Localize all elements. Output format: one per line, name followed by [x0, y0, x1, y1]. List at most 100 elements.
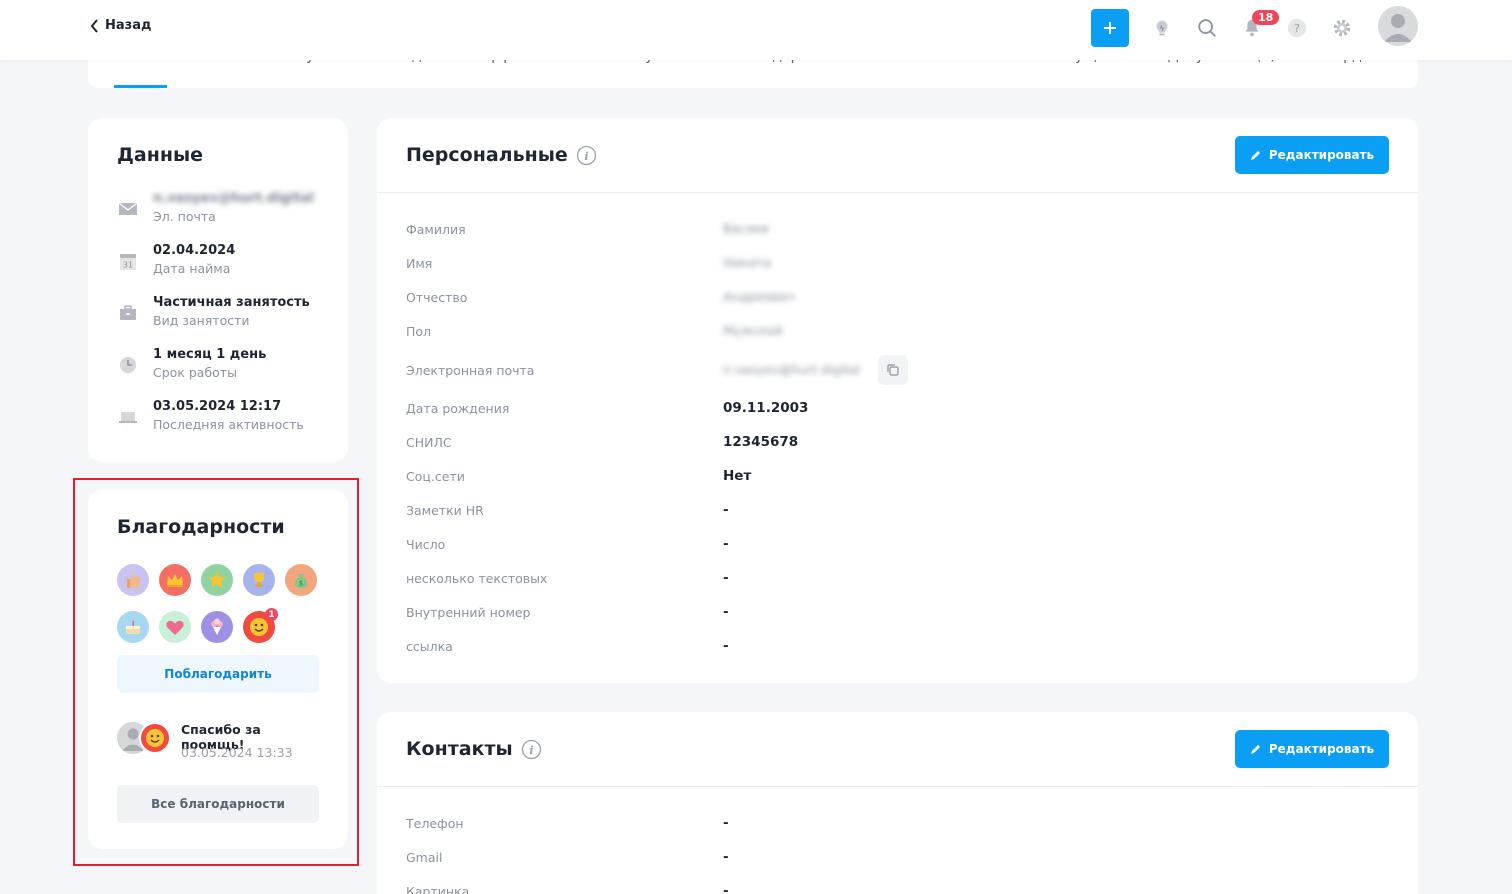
svg-text:?: ?: [1294, 22, 1300, 35]
field-label: несколько текстовых: [406, 571, 548, 586]
thanks-emoji-star[interactable]: [201, 564, 233, 596]
chevron-left-icon: [90, 18, 98, 33]
field-value: -: [723, 570, 729, 586]
field-label: ссылка: [406, 639, 453, 654]
info-row-employment: Частичная занятость Вид занятости: [117, 294, 310, 330]
field-value: 09.11.2003: [723, 400, 809, 416]
field-value: Мужской: [723, 323, 783, 338]
thanks-list-item[interactable]: Спасибо за поомщь! 03.05.2024 13:33: [117, 720, 327, 764]
tenure-label: Срок работы: [153, 365, 237, 380]
thanks-emoji-crown[interactable]: [159, 564, 191, 596]
field-value: -: [723, 883, 729, 894]
contacts-field-row: Gmail -: [406, 849, 1386, 870]
thanks-emoji-cake[interactable]: [117, 611, 149, 643]
field-label: Картинка: [406, 884, 470, 894]
all-thanks-button[interactable]: Все благодарности: [117, 785, 319, 823]
info-row-email: n.vasyev@hurt.digital Эл. почта: [117, 190, 314, 226]
personal-field-row: Заметки HR -: [406, 502, 1386, 523]
field-label: Число: [406, 537, 446, 552]
lightbulb-icon: [1156, 20, 1168, 36]
contacts-divider: [377, 786, 1418, 787]
personal-header: Персональные i: [406, 144, 597, 166]
pencil-icon: [1250, 150, 1260, 160]
field-label: Электронная почта: [406, 363, 535, 378]
money-bag-icon: $: [294, 574, 308, 588]
thanks-emoji-heart[interactable]: [159, 611, 191, 643]
thanks-date: 03.05.2024 13:33: [181, 745, 293, 760]
contacts-header: Контакты i: [406, 738, 542, 760]
personal-field-row: Внутренний номер -: [406, 604, 1386, 625]
thanks-emoji-trophy[interactable]: [243, 564, 275, 596]
edit-contacts-button[interactable]: Редактировать: [1235, 730, 1389, 768]
field-label: Отчество: [406, 290, 468, 305]
email-value: n.vasyev@hurt.digital: [153, 191, 314, 206]
search-button[interactable]: [1195, 16, 1219, 40]
thanks-emoji-smiley[interactable]: 1: [243, 608, 278, 643]
back-label: Назад: [105, 18, 152, 33]
add-button[interactable]: [1091, 9, 1129, 47]
field-value: -: [723, 604, 729, 620]
contacts-field-row: Картинка -: [406, 883, 1386, 894]
thanks-emoji-thumbs-up[interactable]: [117, 564, 149, 596]
crown-icon: [167, 574, 183, 587]
field-value: n.vasyev@hurt.digital: [723, 362, 861, 377]
thanks-emoji-bouquet[interactable]: [201, 611, 233, 643]
personal-field-row: Дата рождения 09.11.2003: [406, 400, 1386, 421]
contacts-card: Контакты i Редактировать Телефон - Gmail - К…: [377, 712, 1418, 894]
settings-button[interactable]: [1330, 16, 1354, 40]
edit-personal-label: Редактировать: [1268, 148, 1375, 162]
smiley-icon: [146, 729, 164, 747]
thumbs-up-icon: [127, 573, 141, 588]
field-label: Соц.сети: [406, 469, 465, 484]
field-value: Нет: [723, 468, 752, 484]
personal-field-row: несколько текстовых -: [406, 570, 1386, 591]
active-tab-indicator: [114, 85, 167, 88]
personal-field-row: Отчество Андреевич: [406, 289, 1386, 310]
employment-label: Вид занятости: [153, 313, 250, 328]
user-avatar-icon: [1378, 6, 1418, 46]
thanks-type-avatar: [139, 722, 171, 754]
pencil-icon: [1250, 744, 1260, 754]
personal-divider: [377, 192, 1418, 193]
briefcase-icon: [120, 305, 136, 320]
info-row-tenure: 1 месяц 1 день Срок работы: [117, 346, 266, 382]
field-value: -: [723, 536, 729, 552]
field-value: -: [723, 849, 729, 865]
search-icon: [1198, 19, 1216, 37]
personal-field-row: Фамилия Васяев: [406, 221, 1386, 242]
email-label: Эл. почта: [153, 209, 216, 224]
personal-field-row: ссылка -: [406, 638, 1386, 659]
thanks-card-title: Благодарности: [117, 516, 285, 538]
copy-email-button[interactable]: [878, 355, 908, 385]
trophy-icon: [254, 573, 264, 587]
field-value: 12345678: [723, 434, 799, 450]
copy-icon: [887, 364, 899, 376]
hire-date-value: 02.04.2024: [153, 243, 236, 258]
last-activity-label: Последняя активность: [153, 417, 304, 432]
thank-button[interactable]: Поблагодарить: [117, 655, 319, 693]
help-button[interactable]: ?: [1285, 16, 1309, 40]
info-icon[interactable]: i: [521, 739, 542, 760]
info-row-last-activity: 03.05.2024 12:17 Последняя активность: [117, 398, 304, 434]
svg-text:31: 31: [123, 261, 133, 270]
personal-card: Персональные i Редактировать Фамилия Вася…: [377, 118, 1418, 683]
info-icon[interactable]: i: [576, 145, 597, 166]
ideas-button[interactable]: [1150, 16, 1174, 40]
tenure-value: 1 месяц 1 день: [153, 347, 267, 362]
field-label: Заметки HR: [406, 503, 484, 518]
svg-text:i: i: [529, 744, 533, 757]
employment-value: Частичная занятость: [153, 295, 310, 310]
personal-field-row: Электронная почта n.vasyev@hurt.digital: [406, 355, 1386, 385]
field-value: -: [723, 502, 729, 518]
user-avatar[interactable]: [1378, 6, 1418, 46]
back-link[interactable]: Назад: [90, 18, 151, 33]
notifications-badge: 18: [1252, 10, 1280, 25]
edit-personal-button[interactable]: Редактировать: [1235, 136, 1389, 174]
heart-icon: [166, 620, 184, 635]
personal-title: Персональные: [406, 144, 568, 166]
field-value: Андреевич: [723, 289, 795, 304]
field-label: Пол: [406, 324, 432, 339]
notifications-button[interactable]: 18: [1240, 10, 1280, 40]
star-icon: [208, 571, 226, 588]
thanks-emoji-money-bag[interactable]: $: [285, 564, 317, 596]
